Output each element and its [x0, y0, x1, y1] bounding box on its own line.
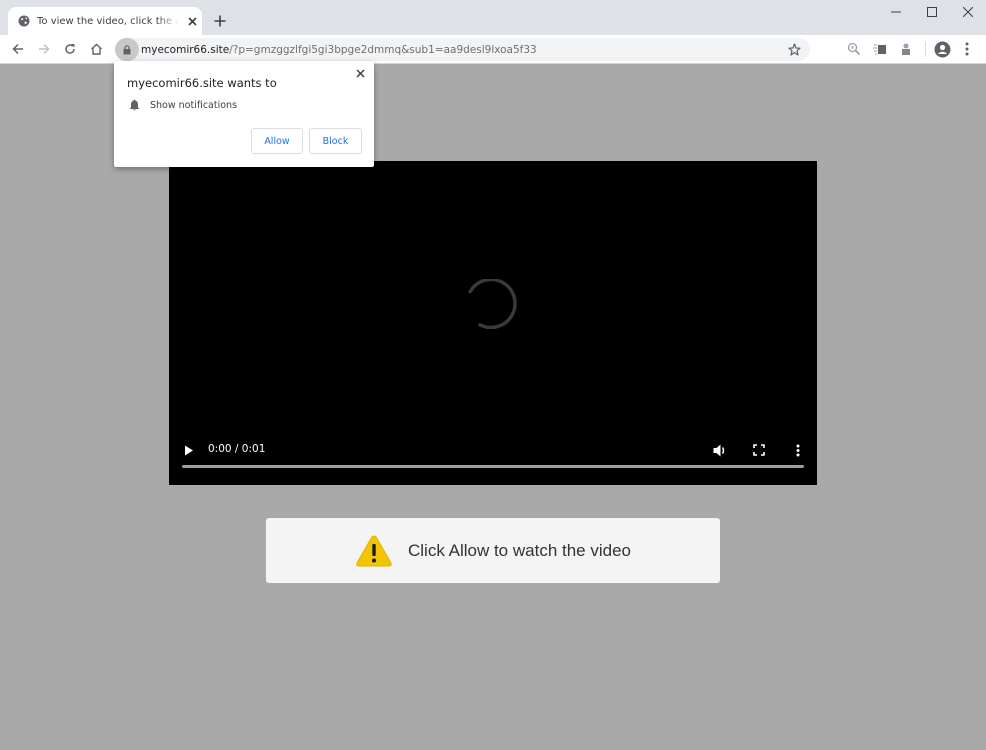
globe-icon — [18, 15, 30, 27]
menu-icon[interactable] — [958, 40, 976, 58]
loading-spinner-icon — [468, 279, 517, 329]
address-bar[interactable]: myecomir66.site/?p=gmzggzlfgi5gi3bpge2dm… — [115, 38, 810, 61]
url-text[interactable]: myecomir66.site/?p=gmzggzlfgi5gi3bpge2dm… — [141, 44, 537, 56]
play-icon[interactable] — [179, 440, 199, 460]
account-icon[interactable] — [933, 40, 951, 58]
forward-icon[interactable] — [34, 39, 54, 59]
lock-icon[interactable] — [115, 38, 139, 61]
extension-icon[interactable] — [897, 40, 915, 58]
url-host: myecomir66.site — [141, 43, 230, 56]
minimize-icon[interactable] — [878, 0, 914, 24]
toolbar-separator — [925, 42, 926, 57]
bell-icon — [129, 99, 140, 111]
block-button[interactable]: Block — [309, 128, 362, 154]
video-menu-icon[interactable] — [788, 440, 808, 460]
video-time: 0:00 / 0:01 — [208, 443, 266, 455]
permission-text: Show notifications — [150, 99, 238, 111]
zoom-icon[interactable] — [845, 40, 863, 58]
browser-window: To view the video, click the Allow — [0, 0, 986, 750]
volume-icon[interactable] — [710, 440, 730, 460]
allow-notice-banner: Click Allow to watch the video — [266, 518, 720, 583]
fullscreen-icon[interactable] — [749, 440, 769, 460]
new-tab-button[interactable] — [210, 11, 230, 31]
tab-title: To view the video, click the Allow — [37, 15, 179, 27]
bookmark-star-icon[interactable] — [786, 41, 802, 57]
tab-strip: To view the video, click the Allow — [0, 0, 986, 35]
warning-icon — [356, 534, 392, 566]
popup-close-icon[interactable] — [353, 66, 367, 80]
page-content: 0:00 / 0:01 Click Allow to watch the vid… — [0, 65, 986, 750]
extension-icon[interactable] — [871, 40, 889, 58]
window-controls — [878, 0, 986, 24]
video-player[interactable]: 0:00 / 0:01 — [169, 161, 817, 485]
notification-permission-popup: myecomir66.site wants to Show notificati… — [114, 61, 374, 167]
browser-tab[interactable]: To view the video, click the Allow — [8, 7, 202, 35]
allow-button[interactable]: Allow — [251, 128, 303, 154]
notice-message: Click Allow to watch the video — [408, 540, 631, 560]
url-path: /?p=gmzggzlfgi5gi3bpge2dmmq&sub1=aa9desl… — [229, 43, 537, 56]
toolbar: myecomir66.site/?p=gmzggzlfgi5gi3bpge2dm… — [0, 35, 986, 64]
permission-row: Show notifications — [129, 99, 237, 111]
home-icon[interactable] — [86, 39, 106, 59]
back-icon[interactable] — [8, 39, 28, 59]
window-close-icon[interactable] — [950, 0, 986, 24]
video-controls: 0:00 / 0:01 — [169, 425, 817, 485]
tab-close-icon[interactable] — [185, 14, 199, 28]
popup-title: myecomir66.site wants to — [127, 76, 277, 90]
video-progress-bar[interactable] — [182, 465, 804, 468]
reload-icon[interactable] — [60, 39, 80, 59]
maximize-icon[interactable] — [914, 0, 950, 24]
